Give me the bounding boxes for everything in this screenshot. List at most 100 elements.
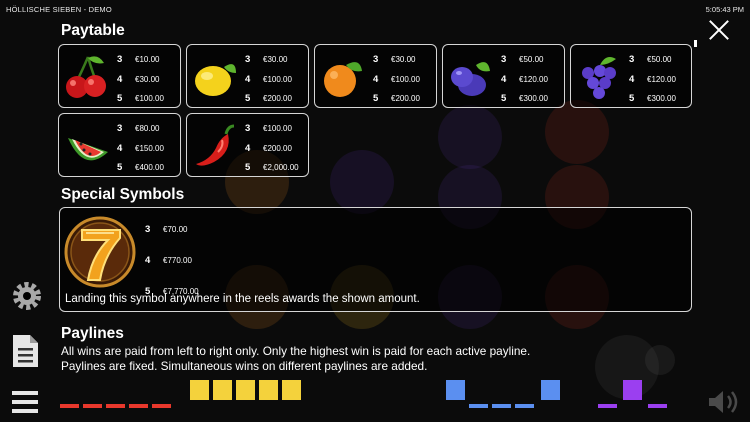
paytable-card-grapes: 3 €50.00 4 €120.00 5 €300.00 [570,44,692,108]
pay-row: 3 €50.00 [629,50,685,70]
payline-marker [598,404,617,408]
pay-row: 3 €50.00 [501,50,558,70]
payout-amount: €120.00 [519,74,548,84]
symbol-count: 4 [629,73,635,85]
symbol-count: 5 [245,93,251,105]
symbol-count: 4 [373,73,379,85]
paylines-line: Paylines are fixed. Simultaneous wins on… [61,358,428,373]
payline-diagram-blue [446,378,566,408]
chili-pepper-icon [196,124,235,166]
payline-marker [648,404,667,408]
paytable-card-lemon: 3 €30.00 4 €100.00 5 €200.00 [186,44,309,108]
payline-marker [541,380,560,400]
payline-marker [623,380,642,400]
pay-row: 5 €100.00 [117,89,174,109]
pay-row: 4 €30.00 [117,70,174,90]
clock: 5:05:43 PM [705,4,744,14]
payout-amount: €2,000.00 [263,163,299,173]
paytable-heading: Paytable [61,22,125,39]
payline-marker [282,380,301,400]
symbol-count: 5 [501,93,507,105]
pay-row: 3 €30.00 [373,50,430,70]
paytable-card-plum: 3 €50.00 4 €120.00 5 €300.00 [442,44,565,108]
payline-diagram-red [60,378,180,408]
payout-amount: €300.00 [519,94,548,104]
payout-amount: €80.00 [135,124,160,134]
payout-amount: €200.00 [263,143,292,153]
payout-amount: €400.00 [135,163,164,173]
payout-amount: €50.00 [519,55,544,65]
payline-marker [236,380,255,400]
pay-row: 5 €300.00 [629,89,685,109]
cherries-icon [66,56,106,98]
payout-amount: €100.00 [263,74,292,84]
pay-row: 3 €100.00 [245,119,302,139]
symbol-count: 5 [117,162,123,174]
paytable-card-watermelon: 3 €80.00 4 €150.00 5 €400.00 [58,113,181,177]
payline-marker [60,404,79,408]
symbol-count: 5 [245,162,251,174]
watermelon-icon [68,138,108,161]
close-icon[interactable] [708,19,730,41]
plum-icon [451,62,490,96]
grapes-icon [582,57,616,99]
symbol-count: 5 [629,93,635,105]
payline-marker [190,380,209,400]
symbol-count: 5 [373,93,379,105]
pay-row: 4 €150.00 [117,139,174,159]
special-symbols-heading: Special Symbols [61,186,185,203]
payout-amount: €30.00 [135,74,160,84]
symbol-count: 4 [117,142,123,154]
pay-row: 4 €770.00 [145,245,685,276]
payout-amount: €150.00 [135,143,164,153]
orange-icon [324,62,362,97]
paytable-card-chili-pepper: 3 €100.00 4 €200.00 5 €2,000.00 [186,113,309,177]
symbol-count: 3 [245,54,251,66]
pay-row: 5 €400.00 [117,158,174,178]
payout-amount: €100.00 [391,74,420,84]
payline-marker [213,380,232,400]
symbol-count: 5 [117,93,123,105]
top-bar: HÖLLISCHE SIEBEN - DEMO 5:05:43 PM [0,0,750,18]
payout-amount: €300.00 [647,94,676,104]
pay-row: 5 €200.00 [373,89,430,109]
payline-marker [469,404,488,408]
payline-marker [83,404,102,408]
payout-amount: €50.00 [647,55,672,65]
payline-marker [129,404,148,408]
pay-row: 4 €100.00 [373,70,430,90]
symbol-count: 4 [245,73,251,85]
pay-row: 3 €80.00 [117,119,174,139]
pay-row: 5 €200.00 [245,89,302,109]
payline-marker [106,404,125,408]
symbol-count: 4 [117,73,123,85]
payline-marker [152,404,171,408]
scrollbar-thumb[interactable] [694,40,697,47]
pay-row: 4 €200.00 [245,139,302,159]
special-symbol-description: Landing this symbol anywhere in the reel… [65,293,420,305]
seven-icon [64,216,136,288]
payline-marker [259,380,278,400]
paytable-card-orange: 3 €30.00 4 €100.00 5 €200.00 [314,44,437,108]
paylines-heading: Paylines [61,325,124,342]
pay-row: 3 €10.00 [117,50,174,70]
payout-amount: €30.00 [263,55,288,65]
payout-amount: €770.00 [163,256,192,265]
symbol-count: 3 [245,123,251,135]
pay-row: 4 €120.00 [501,70,558,90]
payout-amount: €30.00 [391,55,416,65]
payline-diagram-yellow [190,378,310,404]
paylines-description: All wins are paid from left to right onl… [61,344,701,373]
symbol-count: 3 [629,54,635,66]
payout-amount: €100.00 [135,94,164,104]
payline-marker [446,380,465,400]
symbol-count: 3 [145,224,151,235]
symbol-count: 4 [245,142,251,154]
payout-amount: €200.00 [263,94,292,104]
paytable-overlay: Paytable 3 €10.00 4 €30.00 5 €100.00 3 €30.0… [0,0,750,422]
symbol-count: 3 [373,54,379,66]
payline-marker [492,404,511,408]
payout-amount: €70.00 [163,225,188,234]
symbol-count: 3 [501,54,507,66]
symbol-count: 3 [117,123,123,135]
